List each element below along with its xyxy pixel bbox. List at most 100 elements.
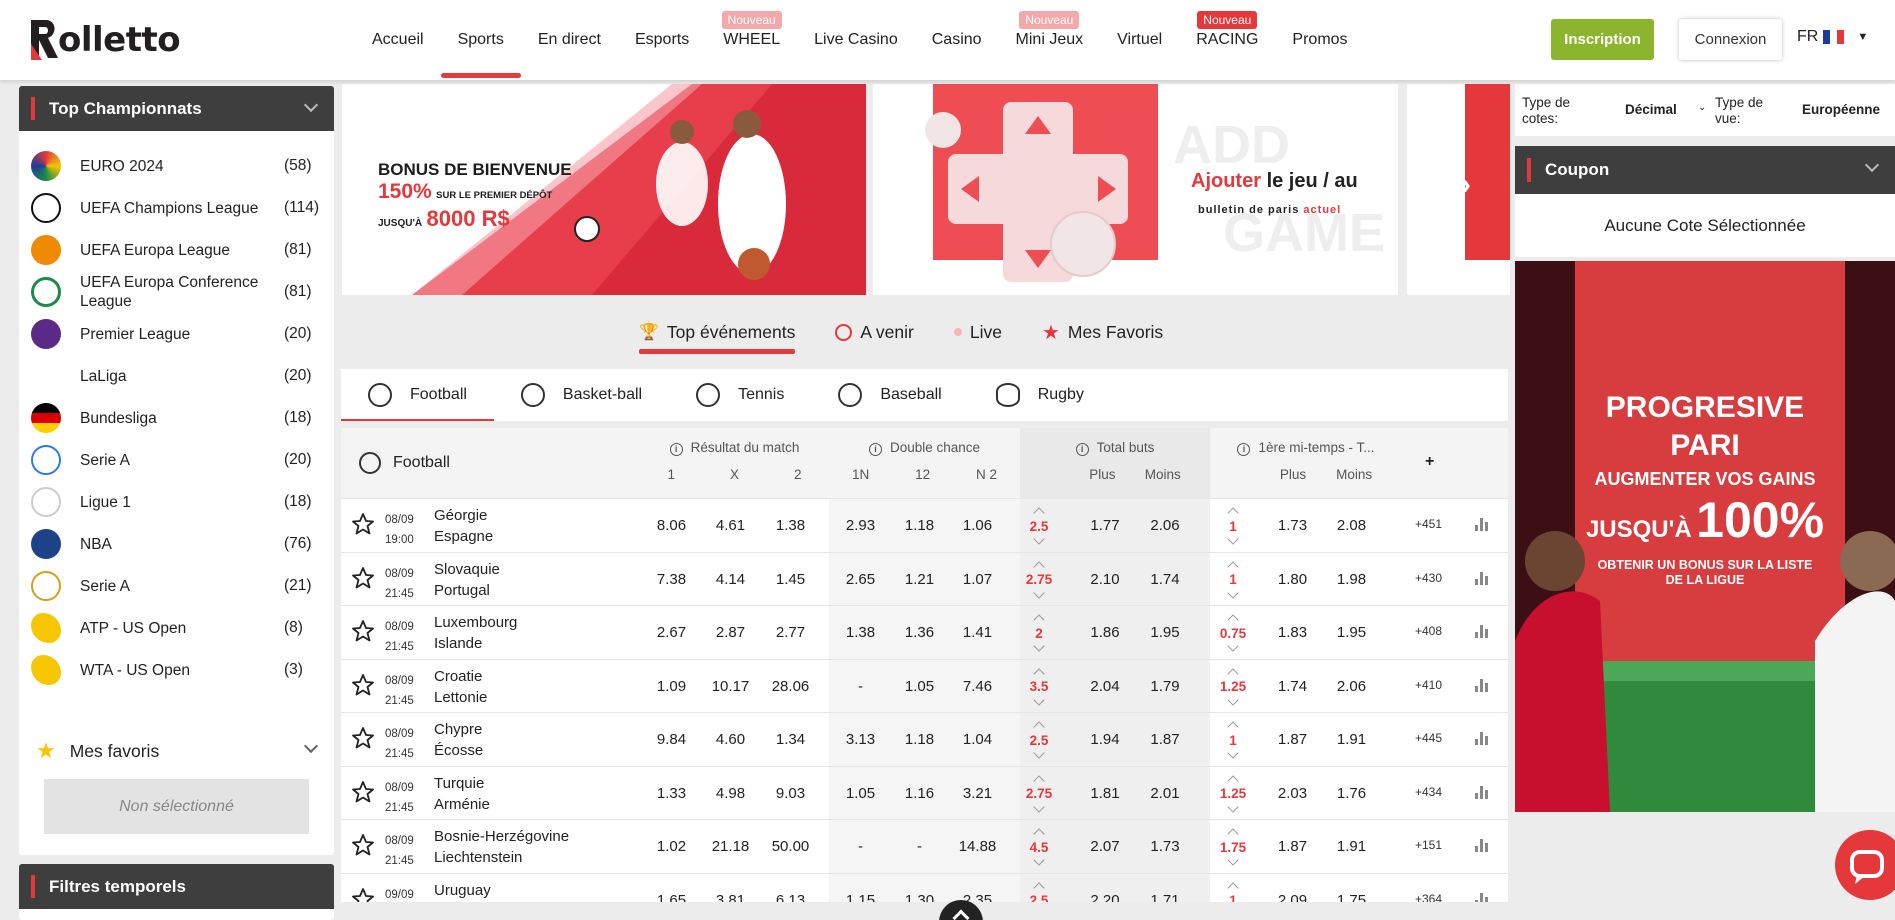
line-stepper[interactable]: 4.5 [1027,826,1051,868]
odds-tm[interactable]: 1.73 [1129,820,1201,873]
nav-promos[interactable]: Promos [1275,0,1364,80]
odds-dn2[interactable]: 1.06 [946,499,1009,552]
progressive-bet-promo[interactable]: PROGRESIVE PARI AUGMENTER VOS GAINS JUSQ… [1515,261,1895,812]
match-row[interactable]: 08/09 21:45 Turquie Arménie 1.33 4.98 9.03 1.05… [341,765,1508,820]
odds-hp[interactable]: 1.80 [1261,553,1324,606]
sport-tab-rugby[interactable]: Rugby [969,369,1111,421]
odds-d12[interactable]: 1.05 [888,660,951,713]
tab-a-venir[interactable]: A venir [835,312,914,352]
odds-tm[interactable]: 2.01 [1129,767,1201,820]
more-markets-link[interactable]: +430 [1415,571,1442,585]
odds-r1[interactable]: 2.67 [640,606,703,659]
info-icon[interactable]: i [1237,443,1251,456]
chevron-down-icon[interactable] [1033,533,1045,545]
signup-button[interactable]: Inscription [1551,19,1654,60]
stats-icon[interactable] [1475,892,1489,902]
odds-d1n[interactable]: 1.05 [829,767,892,820]
language-selector[interactable]: FR ▼ [1797,28,1868,46]
odds-hp[interactable]: 1.83 [1261,606,1324,659]
odds-d1n[interactable]: 2.93 [829,499,892,552]
chevron-up-icon[interactable] [1227,507,1239,519]
line-stepper[interactable]: 1 [1221,505,1245,547]
chevron-down-icon[interactable] [1227,747,1239,759]
odds-r1[interactable]: 1.33 [640,767,703,820]
match-row[interactable]: 08/09 21:45 Bosnie-Herzégovine Liechtenstei… [341,819,1508,873]
odds-rx[interactable]: 21.18 [699,820,762,873]
odds-dn2[interactable]: 1.04 [946,713,1009,766]
favorite-star-icon[interactable] [351,566,375,590]
info-icon[interactable]: i [868,443,882,456]
chevron-down-icon[interactable] [1033,800,1045,813]
championship-item[interactable]: ATP - US Open (8) [19,607,334,649]
tab-top-événements[interactable]: 🏆 Top événements [639,312,796,354]
nav-sports[interactable]: Sports [440,0,521,80]
odds-r1[interactable]: 7.38 [640,553,703,606]
chevron-right-icon[interactable]: › [1461,168,1471,202]
favorite-star-icon[interactable] [351,887,375,902]
more-markets-link[interactable]: +151 [1415,838,1442,852]
chevron-up-icon[interactable] [1033,560,1045,573]
nav-wheel[interactable]: WHEEL Nouveau [706,0,797,80]
login-button[interactable]: Connexion [1679,19,1782,60]
info-icon[interactable]: i [669,443,683,456]
odds-type-select[interactable]: Décimal [1625,102,1677,117]
tab-live[interactable]: Live [953,312,1002,352]
odds-hp[interactable]: 1.87 [1261,820,1324,873]
line-stepper[interactable]: 2.5 [1027,880,1051,902]
rolletto-logo[interactable]: olletto [28,17,181,63]
odds-rx[interactable]: 3.81 [699,874,762,903]
odds-dn2[interactable]: 2.35 [946,874,1009,903]
chevron-up-icon[interactable] [1227,881,1239,894]
odds-rx[interactable]: 2.87 [699,606,762,659]
welcome-bonus-banner[interactable]: BONUS DE BIENVENUE 150% SUR LE PREMIER D… [342,84,866,295]
chevron-down-icon[interactable] [303,738,319,754]
odds-hm[interactable]: 1.91 [1320,820,1383,873]
nav-virtuel[interactable]: Virtuel [1100,0,1179,80]
nav-mini-jeux[interactable]: Mini Jeux Nouveau [999,0,1101,80]
favorite-star-icon[interactable] [351,673,375,697]
chevron-down-icon[interactable] [1227,854,1239,866]
chevron-down-icon[interactable] [1033,693,1045,706]
chevron-down-icon[interactable] [1033,854,1045,866]
odds-dn2[interactable]: 3.21 [946,767,1009,820]
match-row[interactable]: 08/09 19:00 Géorgie Espagne 8.06 4.61 1.38 2.93… [341,498,1508,552]
stats-icon[interactable] [1475,785,1489,799]
chevron-up-icon[interactable] [1227,721,1239,733]
odds-hm[interactable]: 1.76 [1320,767,1383,820]
match-row[interactable]: 08/09 21:45 Croatie Lettonie 1.09 10.17 28.06-… [341,658,1508,713]
line-stepper[interactable]: 1 [1221,719,1245,761]
odds-hm[interactable]: 1.95 [1320,606,1383,659]
nav-en-direct[interactable]: En direct [521,0,618,80]
odds-rx[interactable]: 4.60 [699,713,762,766]
line-stepper[interactable]: 2.5 [1027,719,1051,761]
view-type-select[interactable]: Européenne [1802,102,1886,117]
odds-d12[interactable]: 1.18 [888,499,951,552]
nav-racing[interactable]: RACING Nouveau [1179,0,1275,80]
favorite-star-icon[interactable] [351,512,375,536]
chevron-up-icon[interactable] [1033,721,1045,733]
odds-hp[interactable]: 1.73 [1261,499,1324,552]
odds-r2[interactable]: 1.38 [759,499,822,552]
more-markets-link[interactable]: +434 [1415,785,1442,799]
odds-hp[interactable]: 1.87 [1261,713,1324,766]
championship-item[interactable]: UEFA Champions League (114) [19,187,334,229]
odds-rx[interactable]: 10.17 [699,660,762,713]
favorites-header[interactable]: ★ Mes favoris [19,723,334,779]
odds-tm[interactable]: 1.74 [1129,553,1201,606]
stats-icon[interactable] [1475,624,1489,638]
championship-item[interactable]: UEFA Europa League (81) [19,229,334,271]
time-filters-header[interactable]: Filtres temporels [19,864,334,909]
odds-d1n[interactable]: 3.13 [829,713,892,766]
nav-live-casino[interactable]: Live Casino [797,0,915,80]
add-market-button[interactable]: + [1425,453,1434,471]
chevron-down-icon[interactable] [1227,533,1239,545]
tab-mes-favoris[interactable]: ★ Mes Favoris [1042,312,1163,352]
more-markets-link[interactable]: +445 [1415,731,1442,745]
odds-r2[interactable]: 6.13 [759,874,822,903]
chevron-up-icon[interactable] [1033,881,1045,894]
odds-d12[interactable]: 1.18 [888,713,951,766]
odds-r2[interactable]: 1.45 [759,553,822,606]
odds-r2[interactable]: 9.03 [759,767,822,820]
more-markets-link[interactable]: +364 [1415,892,1442,903]
championship-item[interactable]: Serie A (20) [19,439,334,481]
